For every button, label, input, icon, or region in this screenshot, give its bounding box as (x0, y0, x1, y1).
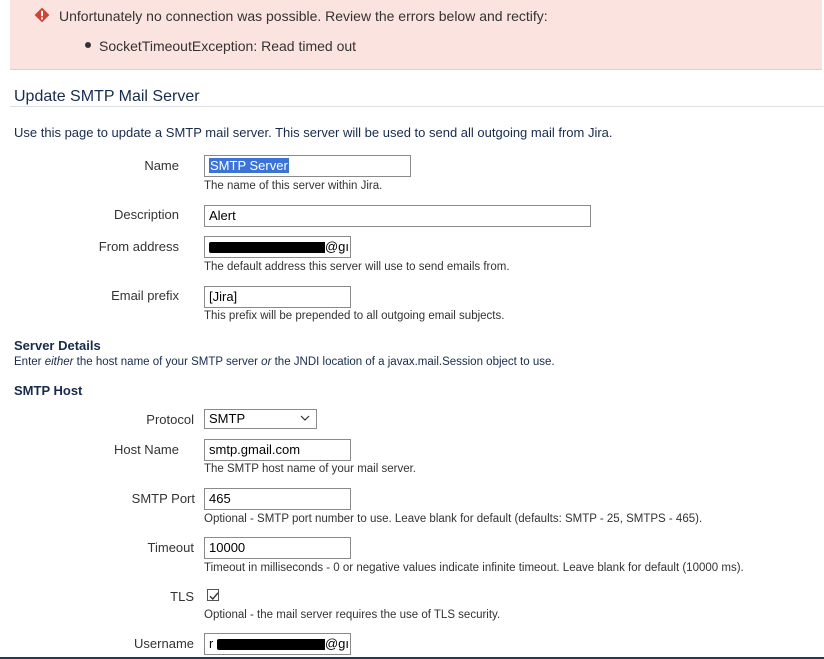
host-name-input[interactable]: smtp.gmail.com (204, 439, 351, 461)
from-address-input[interactable]: @gı (204, 236, 351, 258)
tls-checkbox[interactable] (207, 589, 219, 601)
email-prefix-label: Email prefix (111, 288, 179, 303)
protocol-label: Protocol (146, 412, 194, 427)
host-name-value: smtp.gmail.com (209, 442, 301, 457)
chevron-down-icon (300, 415, 310, 421)
from-address-description: The default address this server will use… (204, 261, 510, 273)
title-divider (10, 106, 824, 107)
server-details-heading: Server Details (14, 338, 101, 353)
name-label: Name (144, 158, 179, 173)
error-message: Unfortunately no connection was possible… (59, 8, 548, 24)
description-input-value: Alert (209, 208, 236, 223)
smtp-port-description: Optional - SMTP port number to use. Leav… (204, 513, 703, 525)
email-prefix-description: This prefix will be prepended to all out… (204, 310, 505, 322)
email-prefix-value: [Jira] (209, 289, 238, 304)
error-item-text: SocketTimeoutException: Read timed out (99, 38, 357, 54)
timeout-input[interactable]: 10000 (204, 537, 351, 559)
protocol-selected: SMTP (209, 411, 246, 426)
email-prefix-input[interactable]: [Jira] (204, 286, 351, 308)
redacted-value (209, 242, 327, 253)
description-input[interactable]: Alert (204, 205, 591, 227)
timeout-value: 10000 (209, 540, 246, 555)
error-list-item: SocketTimeoutException: Read timed out (85, 38, 356, 54)
server-details-subtext: Enter either the host name of your SMTP … (14, 356, 555, 368)
from-address-label: From address (98, 239, 179, 254)
protocol-select[interactable]: SMTP (204, 409, 317, 429)
error-icon (34, 7, 50, 23)
name-description: The name of this server within Jira. (204, 180, 383, 192)
error-message-box: Unfortunately no connection was possible… (10, 0, 822, 70)
description-label: Description (113, 207, 179, 222)
page-intro: Use this page to update a SMTP mail serv… (14, 125, 613, 140)
tls-description: Optional - the mail server requires the … (204, 609, 501, 621)
host-name-description: The SMTP host name of your mail server. (204, 463, 416, 475)
username-suffix: @gı (324, 636, 349, 651)
from-address-suffix: @gı (324, 239, 349, 254)
checkmark-icon (209, 592, 219, 601)
timeout-label: Timeout (147, 540, 194, 555)
name-input-value: SMTP Server (209, 158, 289, 173)
name-input[interactable]: SMTP Server (204, 155, 411, 177)
tls-label: TLS (170, 589, 194, 604)
username-input[interactable]: r @gı (204, 633, 351, 655)
host-name-label: Host Name (113, 442, 179, 457)
username-label: Username (134, 636, 194, 651)
smtp-port-label: SMTP Port (131, 491, 195, 506)
username-prefix: r (209, 636, 214, 651)
smtp-host-heading: SMTP Host (14, 383, 83, 398)
smtp-port-value: 465 (209, 491, 231, 506)
smtp-port-input[interactable]: 465 (204, 488, 351, 510)
page-title: Update SMTP Mail Server (14, 88, 200, 105)
timeout-description: Timeout in milliseconds - 0 or negative … (204, 562, 744, 574)
redacted-value (217, 639, 327, 650)
